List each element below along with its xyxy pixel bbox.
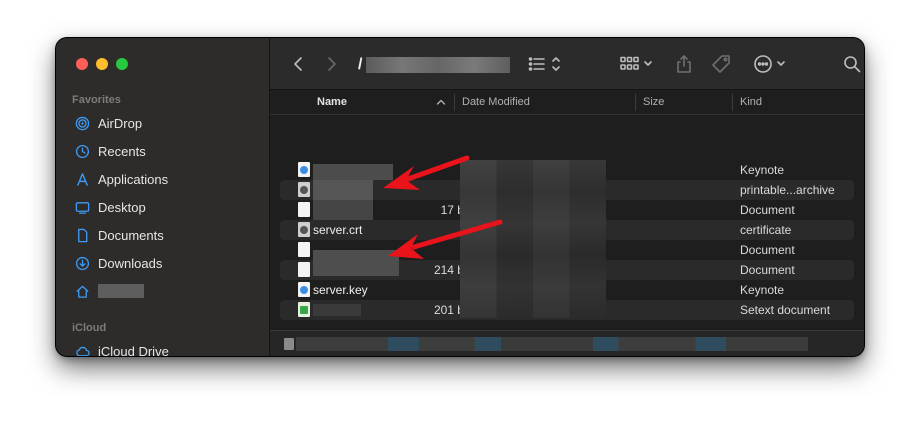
tag-button[interactable]	[708, 52, 734, 76]
file-kind: Document	[740, 203, 795, 217]
icon-view-icon	[620, 56, 652, 70]
sidebar-item-documents[interactable]: Documents	[74, 225, 164, 245]
toolbar: /	[270, 38, 864, 90]
more-actions-button[interactable]	[752, 52, 790, 76]
sidebar-item-label: Desktop	[98, 199, 146, 215]
share-button[interactable]	[672, 52, 696, 76]
close-button[interactable]	[76, 58, 88, 70]
home-icon	[74, 283, 90, 299]
window-controls	[76, 58, 128, 70]
path-root: /	[358, 55, 363, 73]
file-kind: certificate	[740, 223, 792, 237]
search-button[interactable]	[840, 52, 864, 76]
column-size[interactable]: Size	[643, 96, 664, 108]
back-button[interactable]	[288, 52, 308, 76]
sidebar-item-label: Applications	[98, 171, 169, 187]
file-kind: Keynote	[740, 283, 785, 297]
more-icon	[754, 55, 785, 73]
sidebar-item-home[interactable]	[74, 281, 144, 301]
icloud-section-label: iCloud	[72, 322, 107, 334]
file-list: Name Date Modified Size Kind 2 KB Keynot…	[270, 90, 864, 356]
disk-icon	[284, 338, 294, 350]
home-folder-name-redacted	[98, 284, 144, 298]
sort-ascending-icon	[436, 99, 446, 105]
file-name: server.crt	[313, 223, 363, 237]
airdrop-icon	[74, 115, 90, 131]
zoom-button[interactable]	[116, 58, 128, 70]
forward-button[interactable]	[322, 52, 342, 76]
search-icon	[844, 56, 861, 73]
column-separator	[454, 94, 455, 111]
file-kind: printable...archive	[740, 183, 835, 197]
file-name-redacted	[313, 304, 361, 316]
sidebar-item-label: iCloud Drive	[98, 343, 169, 357]
sidebar-item-icloud-drive[interactable]: iCloud Drive	[74, 341, 169, 356]
column-separator	[635, 94, 636, 111]
list-view-icon	[528, 57, 560, 71]
tag-icon	[712, 55, 730, 73]
window-title: /	[358, 55, 511, 74]
file-name-redacted	[313, 200, 373, 220]
minimize-button[interactable]	[96, 58, 108, 70]
file-kind: Keynote	[740, 163, 785, 177]
sidebar-item-label: Downloads	[98, 255, 163, 271]
file-kind: Setext document	[740, 303, 831, 317]
sidebar: Favorites AirDrop Recents Applications D…	[56, 38, 270, 356]
sidebar-item-label: AirDrop	[98, 115, 143, 131]
column-separator	[732, 94, 733, 111]
sidebar-item-airdrop[interactable]: AirDrop	[74, 113, 142, 133]
column-name[interactable]: Name	[317, 96, 347, 108]
file-name-redacted	[313, 180, 373, 200]
clock-icon	[74, 143, 90, 159]
view-mode-list-button[interactable]	[526, 52, 566, 76]
desktop-icon	[74, 199, 90, 215]
sidebar-item-desktop[interactable]: Desktop	[74, 197, 146, 217]
certificate-file-icon	[298, 222, 310, 237]
sidebar-item-downloads[interactable]: Downloads	[74, 253, 162, 273]
sidebar-item-applications[interactable]: Applications	[74, 169, 168, 189]
applications-icon	[74, 171, 90, 187]
favorites-section-label: Favorites	[72, 94, 121, 106]
column-header: Name Date Modified Size Kind	[270, 90, 864, 115]
path-bar	[270, 330, 864, 356]
path-bar-redacted	[296, 337, 808, 351]
finder-window: Favorites AirDrop Recents Applications D…	[56, 38, 864, 356]
sidebar-item-label: Documents	[98, 227, 164, 243]
file-kind: Document	[740, 263, 795, 277]
forward-icon	[328, 57, 336, 71]
blank-file-icon	[298, 262, 310, 277]
column-kind[interactable]: Kind	[740, 96, 762, 108]
blank-file-icon	[298, 242, 310, 257]
setext-file-icon	[298, 302, 310, 317]
sidebar-item-label: Recents	[98, 143, 146, 159]
keynote-file-icon	[298, 282, 310, 297]
back-icon	[294, 57, 302, 71]
blank-file-icon	[298, 202, 310, 217]
share-icon	[677, 55, 691, 73]
keynote-file-icon	[298, 162, 310, 177]
date-modified-redacted	[460, 160, 606, 318]
column-date-modified[interactable]: Date Modified	[462, 96, 530, 108]
certificate-file-icon	[298, 182, 310, 197]
file-name: server.key	[313, 283, 368, 297]
path-redacted	[366, 56, 511, 73]
document-icon	[74, 227, 90, 243]
downloads-icon	[74, 255, 90, 271]
sidebar-item-recents[interactable]: Recents	[74, 141, 146, 161]
cloud-icon	[74, 343, 90, 356]
file-kind: Document	[740, 243, 795, 257]
group-by-button[interactable]	[618, 52, 658, 76]
